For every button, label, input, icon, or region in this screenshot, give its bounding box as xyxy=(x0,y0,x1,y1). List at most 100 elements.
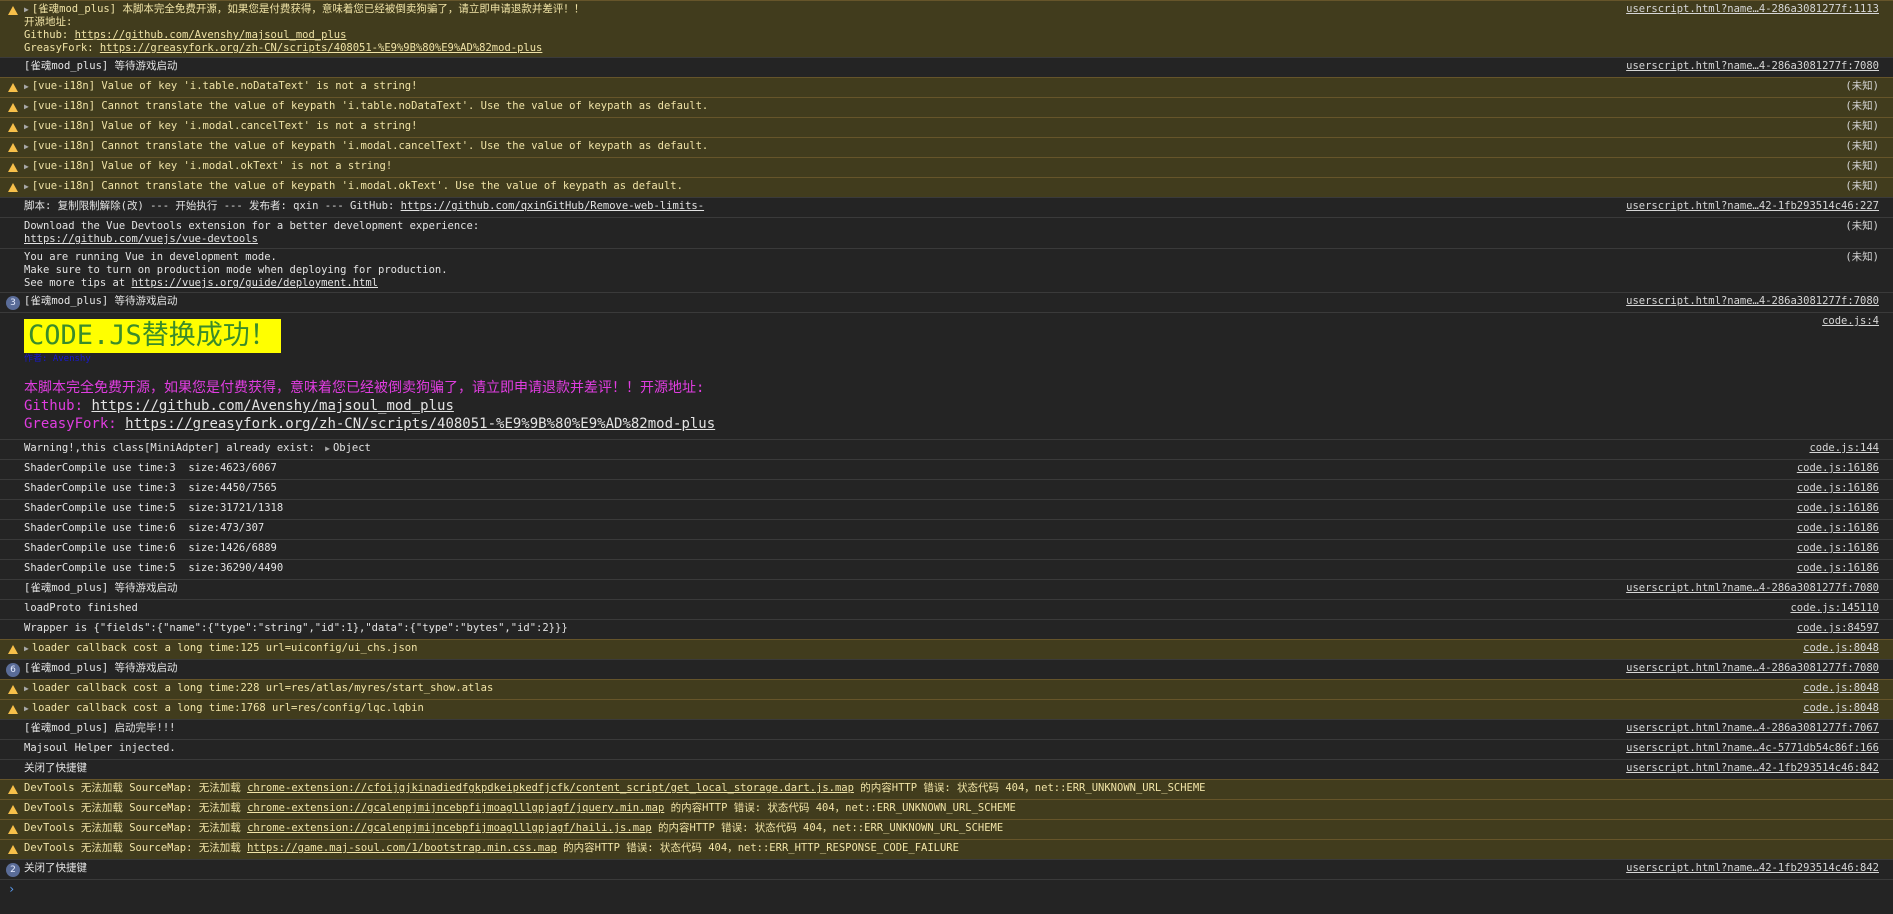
console-message-warning[interactable]: ▶ loader callback cost a long time:1768 u… xyxy=(0,699,1893,719)
message-text: ShaderCompile use time:6 size:473/307 xyxy=(24,522,265,534)
warning-icon xyxy=(6,683,20,697)
expand-triangle-icon[interactable]: ▶ xyxy=(24,140,29,153)
expand-triangle-icon[interactable]: ▶ xyxy=(24,120,29,133)
object-preview[interactable]: Object xyxy=(333,442,371,454)
source-link[interactable]: code.js:16186 xyxy=(1797,462,1879,475)
message-text: Majsoul Helper injected. xyxy=(24,742,176,754)
console-message-warning[interactable]: ▶ [vue-i18n] Value of key 'i.modal.okText… xyxy=(0,157,1893,177)
console-message[interactable]: loadProto finished code.js:145110 xyxy=(0,599,1893,619)
console-message[interactable]: ShaderCompile use time:6 size:473/307 co… xyxy=(0,519,1893,539)
expand-triangle-icon[interactable]: ▶ xyxy=(325,444,330,453)
console-message[interactable]: Majsoul Helper injected. userscript.html… xyxy=(0,739,1893,759)
console-message-warning[interactable]: DevTools 无法加载 SourceMap: 无法加载 chrome-ext… xyxy=(0,819,1893,839)
console-message[interactable]: ShaderCompile use time:3 size:4450/7565 … xyxy=(0,479,1893,499)
warning-icon xyxy=(6,101,20,115)
console-message[interactable]: 关闭了快捷键 userscript.html?name…42-1fb293514… xyxy=(0,759,1893,779)
source-link[interactable]: code.js:144 xyxy=(1809,442,1879,455)
greasyfork-link[interactable]: https://greasyfork.org/zh-CN/scripts/408… xyxy=(100,42,543,54)
console-message[interactable]: ShaderCompile use time:3 size:4623/6067 … xyxy=(0,459,1893,479)
repeat-count-badge: 2 xyxy=(6,863,20,877)
sourcemap-link[interactable]: chrome-extension://cfoijgjkinadiedfgkpdk… xyxy=(247,782,854,794)
console-message[interactable]: 脚本: 复制限制解除(改) --- 开始执行 --- 发布者: qxin ---… xyxy=(0,197,1893,217)
message-text: DevTools 无法加载 SourceMap: 无法加载 chrome-ext… xyxy=(24,822,1004,834)
console-message-warning[interactable]: DevTools 无法加载 SourceMap: 无法加载 chrome-ext… xyxy=(0,779,1893,799)
expand-triangle-icon[interactable]: ▶ xyxy=(24,682,29,695)
source-link[interactable]: code.js:84597 xyxy=(1797,622,1879,635)
source-link[interactable]: code.js:16186 xyxy=(1797,502,1879,515)
source-link[interactable]: code.js:8048 xyxy=(1803,642,1879,655)
greasyfork-link[interactable]: https://greasyfork.org/zh-CN/scripts/408… xyxy=(125,416,715,432)
console-message[interactable]: [雀魂mod_plus] 启动完毕!!! userscript.html?nam… xyxy=(0,719,1893,739)
console-message-warning[interactable]: DevTools 无法加载 SourceMap: 无法加载 https://ga… xyxy=(0,839,1893,859)
console-message-grouped[interactable]: 2 关闭了快捷键 userscript.html?name…42-1fb2935… xyxy=(0,859,1893,879)
message-text: ▶ [vue-i18n] Cannot translate the value o… xyxy=(24,140,709,153)
expand-triangle-icon[interactable]: ▶ xyxy=(24,180,29,193)
source-link[interactable]: userscript.html?name…4-286a3081277f:7080 xyxy=(1626,662,1879,675)
repeat-count-badge: 3 xyxy=(6,296,20,310)
console-prompt-input[interactable]: › xyxy=(0,879,1893,898)
console-message[interactable]: ShaderCompile use time:6 size:1426/6889 … xyxy=(0,539,1893,559)
source-link[interactable]: code.js:16186 xyxy=(1797,562,1879,575)
source-link[interactable]: code.js:4 xyxy=(1822,315,1879,328)
source-link[interactable]: code.js:145110 xyxy=(1790,602,1879,615)
console-message[interactable]: You are running Vue in development mode.… xyxy=(0,248,1893,292)
console-message-grouped[interactable]: 6 [雀魂mod_plus] 等待游戏启动 userscript.html?na… xyxy=(0,659,1893,679)
console-message[interactable]: [雀魂mod_plus] 等待游戏启动 userscript.html?name… xyxy=(0,57,1893,77)
expand-triangle-icon[interactable]: ▶ xyxy=(24,642,29,655)
message-text: loadProto finished xyxy=(24,602,138,614)
source-link[interactable]: userscript.html?name…4-286a3081277f:7080 xyxy=(1626,582,1879,595)
message-text: DevTools 无法加载 SourceMap: 无法加载 chrome-ext… xyxy=(24,782,1206,794)
console-message[interactable]: [雀魂mod_plus] 等待游戏启动 userscript.html?name… xyxy=(0,579,1893,599)
vue-devtools-link[interactable]: https://github.com/vuejs/vue-devtools xyxy=(24,233,258,245)
console-message[interactable]: Download the Vue Devtools extension for … xyxy=(0,217,1893,248)
sourcemap-link[interactable]: https://game.maj-soul.com/1/bootstrap.mi… xyxy=(247,842,557,854)
source-label: (未知) xyxy=(1845,180,1879,192)
expand-triangle-icon[interactable]: ▶ xyxy=(24,702,29,715)
warning-icon xyxy=(6,843,20,857)
source-link[interactable]: userscript.html?name…4-286a3081277f:1113 xyxy=(1626,3,1879,16)
console-message-warning[interactable]: ▶ [vue-i18n] Cannot translate the value o… xyxy=(0,97,1893,117)
sourcemap-link[interactable]: chrome-extension://gcalenpjmijncebpfijmo… xyxy=(247,822,652,834)
sourcemap-link[interactable]: chrome-extension://gcalenpjmijncebpfijmo… xyxy=(247,802,664,814)
github-link[interactable]: https://github.com/Avenshy/majsoul_mod_p… xyxy=(75,29,347,41)
console-message[interactable]: ShaderCompile use time:5 size:36290/4490… xyxy=(0,559,1893,579)
expand-triangle-icon[interactable]: ▶ xyxy=(24,100,29,113)
source-link[interactable]: code.js:16186 xyxy=(1797,482,1879,495)
warning-icon xyxy=(6,4,20,18)
warning-icon xyxy=(6,703,20,717)
github-link[interactable]: https://github.com/Avenshy/majsoul_mod_p… xyxy=(91,398,453,414)
source-label: (未知) xyxy=(1845,251,1879,263)
source-link[interactable]: userscript.html?name…42-1fb293514c46:842 xyxy=(1626,862,1879,875)
source-link[interactable]: userscript.html?name…4-286a3081277f:7067 xyxy=(1626,722,1879,735)
source-link[interactable]: code.js:8048 xyxy=(1803,682,1879,695)
console-message-warning[interactable]: ▶ [vue-i18n] Cannot translate the value o… xyxy=(0,177,1893,197)
source-link[interactable]: code.js:8048 xyxy=(1803,702,1879,715)
source-link[interactable]: userscript.html?name…42-1fb293514c46:842 xyxy=(1626,762,1879,775)
console-message-warning[interactable]: DevTools 无法加载 SourceMap: 无法加载 chrome-ext… xyxy=(0,799,1893,819)
console-message-warning[interactable]: ▶ [vue-i18n] Value of key 'i.table.noData… xyxy=(0,77,1893,97)
source-link[interactable]: userscript.html?name…4-286a3081277f:7080 xyxy=(1626,295,1879,308)
console-message-warning[interactable]: ▶ [vue-i18n] Value of key 'i.modal.cancel… xyxy=(0,117,1893,137)
source-link[interactable]: userscript.html?name…4-286a3081277f:7080 xyxy=(1626,60,1879,73)
message-text: 关闭了快捷键 xyxy=(24,862,87,874)
console-message-warning[interactable]: ▶ [雀魂mod_plus] 本脚本完全免费开源，如果您是付费获得，意味着您已经被… xyxy=(0,0,1893,57)
source-link[interactable]: code.js:16186 xyxy=(1797,522,1879,535)
source-label: (未知) xyxy=(1845,140,1879,152)
github-link[interactable]: https://github.com/qxinGitHub/Remove-web… xyxy=(401,200,704,212)
console-message-warning[interactable]: ▶ loader callback cost a long time:125 ur… xyxy=(0,639,1893,659)
console-message[interactable]: Wrapper is {"fields":{"name":{"type":"st… xyxy=(0,619,1893,639)
expand-triangle-icon[interactable]: ▶ xyxy=(24,80,29,93)
source-link[interactable]: userscript.html?name…4c-5771db54c86f:166 xyxy=(1626,742,1879,755)
source-link[interactable]: code.js:16186 xyxy=(1797,542,1879,555)
console-message-warning[interactable]: ▶ loader callback cost a long time:228 ur… xyxy=(0,679,1893,699)
source-link[interactable]: userscript.html?name…42-1fb293514c46:227 xyxy=(1626,200,1879,213)
console-message[interactable]: ShaderCompile use time:5 size:31721/1318… xyxy=(0,499,1893,519)
expand-triangle-icon[interactable]: ▶ xyxy=(24,3,29,16)
console-message-grouped[interactable]: 3 [雀魂mod_plus] 等待游戏启动 userscript.html?na… xyxy=(0,292,1893,312)
console-message[interactable]: Warning!,this class[MiniAdpter] already … xyxy=(0,439,1893,459)
console-message-warning[interactable]: ▶ [vue-i18n] Cannot translate the value o… xyxy=(0,137,1893,157)
message-text: Download the Vue Devtools extension for … xyxy=(24,220,480,245)
expand-triangle-icon[interactable]: ▶ xyxy=(24,160,29,173)
vue-deployment-link[interactable]: https://vuejs.org/guide/deployment.html xyxy=(131,277,378,289)
console-message-styled[interactable]: CODE.JS替换成功！ 作者: Avenshy 本脚本完全免费开源，如果您是付… xyxy=(0,312,1893,439)
